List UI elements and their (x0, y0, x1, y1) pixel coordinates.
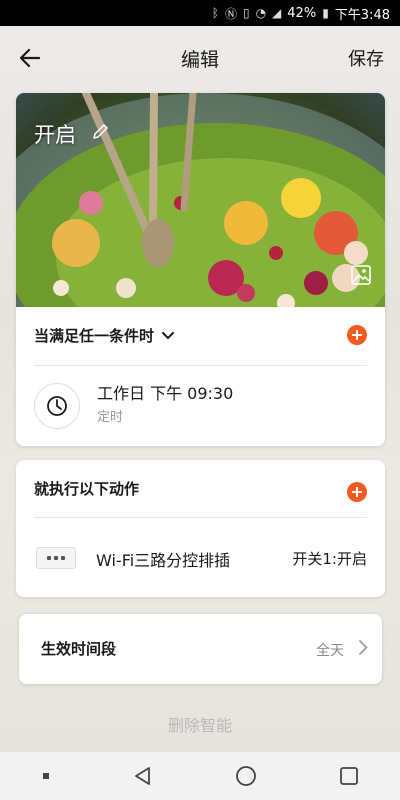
status-time: 下午3:48 (334, 7, 390, 23)
action-label: 就执行以下动作 (34, 480, 140, 498)
battery-percent: 42% (287, 5, 317, 21)
condition-subtitle: 定时 (97, 410, 124, 425)
page-title: 编辑 (180, 48, 219, 71)
action-item[interactable]: Wi-Fi三路分控排插 开关1:开启 (16, 518, 385, 597)
back-triangle-icon[interactable] (133, 766, 153, 786)
recents-square-icon[interactable] (339, 766, 359, 786)
actions-card: 就执行以下动作 Wi-Fi三路分控排插 开关1:开启 (16, 460, 385, 597)
condition-title: 工作日 下午 09:30 (97, 384, 234, 403)
scene-cover-image[interactable]: 开启 (16, 93, 385, 307)
device-state: 开关1:开启 (292, 550, 367, 568)
vibrate-icon: ▯ (242, 6, 250, 20)
condition-header[interactable]: 当满足任一条件时 (16, 307, 385, 364)
image-icon (351, 265, 371, 285)
condition-label: 当满足任一条件时 (34, 327, 155, 345)
bluetooth-icon: ᛒ (211, 6, 219, 20)
chevron-down-icon (162, 331, 175, 339)
app-header: 编辑 保存 (0, 26, 400, 90)
delete-scene-button[interactable]: 删除智能 (0, 712, 400, 736)
scene-name: 开启 (34, 123, 76, 147)
chevron-right-icon (359, 640, 368, 655)
pencil-icon (93, 124, 108, 139)
wifi-icon: ◔ (255, 6, 267, 20)
plus-icon (352, 487, 362, 497)
clock-icon (47, 396, 67, 416)
period-value: 全天 (316, 643, 344, 659)
effective-period-row[interactable]: 生效时间段 全天 (19, 614, 382, 684)
timer-badge (34, 383, 80, 429)
battery-icon: ▮ (322, 6, 329, 20)
add-condition-button[interactable] (347, 325, 367, 345)
device-name: Wi-Fi三路分控排插 (96, 551, 231, 570)
system-nav-bar (0, 752, 400, 800)
scene-card: 开启 当满足任一条件时 工作日 下午 09:30 定时 (16, 93, 385, 446)
period-label: 生效时间段 (41, 640, 117, 658)
action-header: 就执行以下动作 (16, 460, 385, 517)
signal-icon: ◢ (272, 6, 282, 20)
back-button[interactable] (14, 42, 46, 74)
change-cover-button[interactable] (351, 265, 371, 289)
add-action-button[interactable] (347, 482, 367, 502)
nfc-icon: Ⓝ (224, 6, 237, 21)
home-circle-icon[interactable] (235, 765, 257, 787)
edit-name-button[interactable] (91, 123, 109, 145)
condition-item[interactable]: 工作日 下午 09:30 定时 (16, 366, 385, 446)
dot-icon[interactable] (41, 771, 51, 781)
arrow-left-icon (20, 49, 40, 67)
power-strip-icon (36, 547, 76, 569)
save-button[interactable]: 保存 (348, 45, 384, 71)
status-bar: ᛒ Ⓝ ▯ ◔ ◢ 42% ▮ 下午3:48 (0, 0, 400, 26)
plus-icon (352, 330, 362, 340)
